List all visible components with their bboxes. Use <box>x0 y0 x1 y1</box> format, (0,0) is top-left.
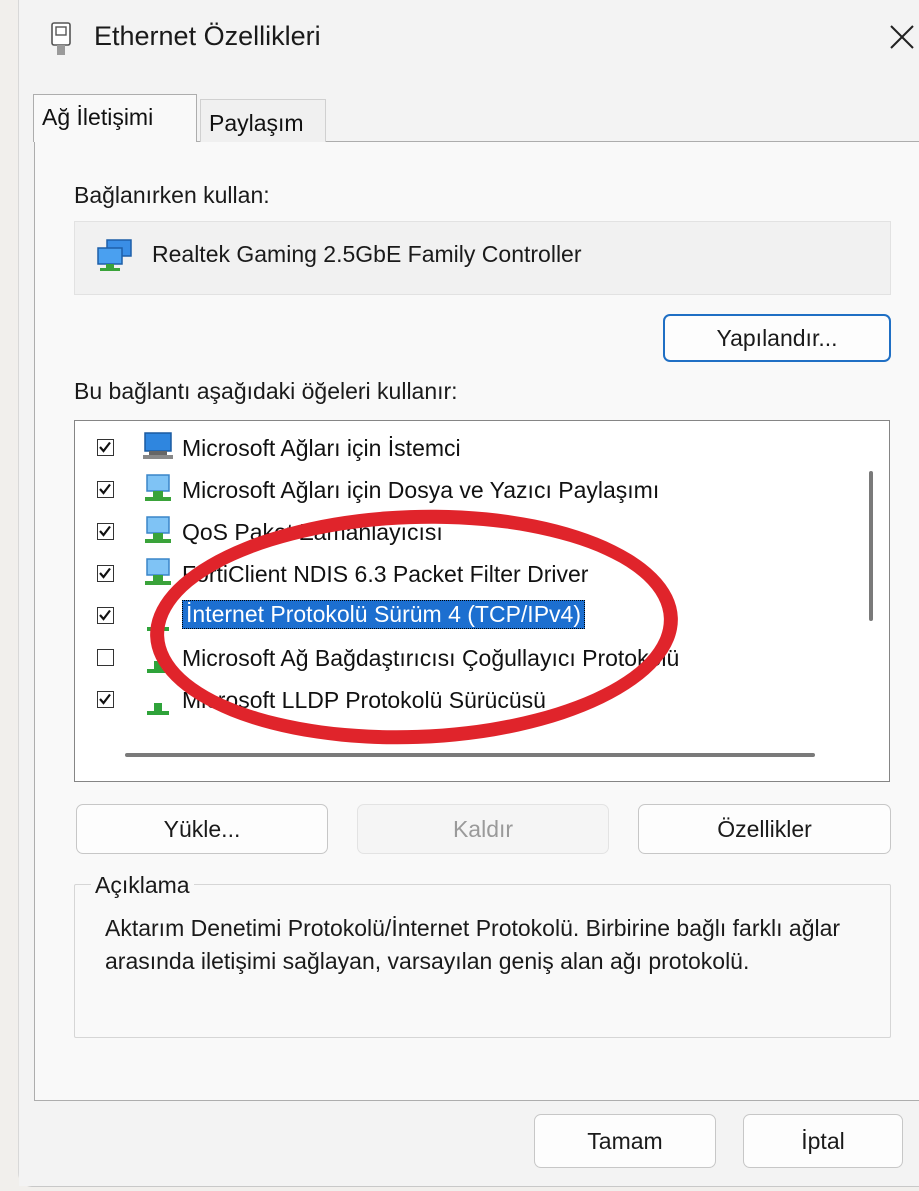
properties-dialog: Ethernet Özellikleri Ağ İletişimi Paylaş… <box>18 0 919 1187</box>
item-label: Microsoft LLDP Protokolü Sürücüsü <box>182 687 546 713</box>
description-text: Aktarım Denetimi Protokolü/İnternet Prot… <box>105 915 841 974</box>
tab-networking[interactable]: Ağ İletişimi <box>33 94 197 142</box>
item-label: Microsoft Ağları için İstemci <box>182 435 461 461</box>
protocol-icon <box>147 703 169 715</box>
list-item[interactable]: Microsoft Ağları için İstemci <box>75 429 835 469</box>
checkbox[interactable] <box>97 691 114 708</box>
checkbox[interactable] <box>97 439 114 456</box>
network-service-icon <box>145 516 171 543</box>
item-label-selected: İnternet Protokolü Sürüm 4 (TCP/IPv4) <box>182 600 585 629</box>
horizontal-scrollbar[interactable] <box>125 753 815 757</box>
close-icon[interactable] <box>881 14 919 58</box>
item-label: QoS Paket Zamanlayıcısı <box>182 519 443 545</box>
item-label: Microsoft Ağ Bağdaştırıcısı Çoğullayıcı … <box>182 645 680 671</box>
window-title: Ethernet Özellikleri <box>94 21 321 51</box>
list-item[interactable]: Microsoft Ağ Bağdaştırıcısı Çoğullayıcı … <box>75 639 835 679</box>
cancel-button[interactable]: İptal <box>743 1114 903 1168</box>
configure-button[interactable]: Yapılandır... <box>663 314 891 362</box>
checkbox[interactable] <box>97 565 114 582</box>
network-client-icon <box>143 432 173 459</box>
uninstall-button: Kaldır <box>357 804 609 854</box>
checkbox[interactable] <box>97 649 114 666</box>
vertical-scrollbar[interactable] <box>869 471 873 621</box>
protocol-icon <box>147 661 169 673</box>
components-list[interactable]: Microsoft Ağları için İstemci Microsoft … <box>74 420 890 782</box>
list-item[interactable]: Microsoft LLDP Protokolü Sürücüsü <box>75 681 835 721</box>
network-service-icon <box>145 558 171 585</box>
tab-sharing[interactable]: Paylaşım <box>200 99 326 142</box>
list-item[interactable]: Microsoft Ağları için Dosya ve Yazıcı Pa… <box>75 471 835 511</box>
network-adapter-icon <box>97 239 132 271</box>
description-legend: Açıklama <box>91 872 194 899</box>
adapter-name: Realtek Gaming 2.5GbE Family Controller <box>152 241 582 267</box>
title-bar: Ethernet Özellikleri <box>19 0 919 82</box>
ethernet-port-icon <box>51 22 71 55</box>
item-label: FortiClient NDIS 6.3 Packet Filter Drive… <box>182 561 589 587</box>
item-label: Microsoft Ağları için Dosya ve Yazıcı Pa… <box>182 477 660 503</box>
list-item[interactable]: FortiClient NDIS 6.3 Packet Filter Drive… <box>75 555 835 595</box>
items-label: Bu bağlantı aşağıdaki öğeleri kullanır: <box>74 378 458 404</box>
list-item[interactable]: QoS Paket Zamanlayıcısı <box>75 513 835 553</box>
install-button[interactable]: Yükle... <box>76 804 328 854</box>
checkbox[interactable] <box>97 481 114 498</box>
connect-using-label: Bağlanırken kullan: <box>74 182 270 208</box>
list-item[interactable]: İnternet Protokolü Sürüm 4 (TCP/IPv4) <box>75 597 835 637</box>
ok-button[interactable]: Tamam <box>534 1114 716 1168</box>
checkbox[interactable] <box>97 523 114 540</box>
properties-button[interactable]: Özellikler <box>638 804 891 854</box>
protocol-icon <box>147 619 169 631</box>
checkbox[interactable] <box>97 607 114 624</box>
network-service-icon <box>145 474 171 501</box>
